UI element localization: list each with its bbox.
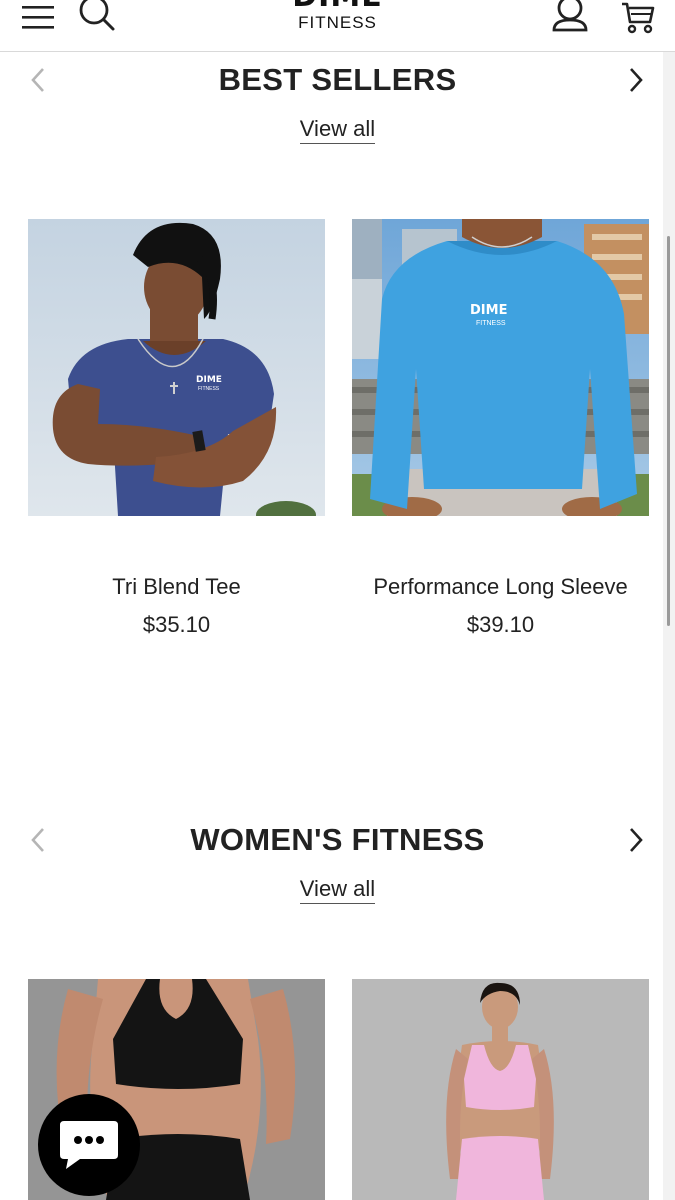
cart-icon xyxy=(622,2,655,34)
chat-bubble-icon xyxy=(60,1121,118,1169)
chevron-right-icon xyxy=(630,828,643,852)
womens-fitness-next-arrow[interactable] xyxy=(622,822,650,858)
womens-pink-set-photo xyxy=(352,979,649,1200)
product-price: $39.10 xyxy=(466,612,535,637)
product-card-tri-blend-tee[interactable]: DIME FITNESS Tri Blend Tee $35.10 xyxy=(28,219,325,649)
cart-button[interactable] xyxy=(618,0,658,36)
product-title[interactable]: Tri Blend Tee xyxy=(28,574,325,600)
product-card-womens-pink-set[interactable] xyxy=(352,979,649,1200)
site-header: DIME FITNESS xyxy=(0,0,675,52)
tee-print-sub: FITNESS xyxy=(198,386,220,392)
best-sellers-title: BEST SELLERS xyxy=(218,62,457,97)
sleeve-print-sub: FITNESS xyxy=(476,320,506,327)
best-sellers-view-all-link[interactable]: View all xyxy=(299,116,376,144)
womens-fitness-title: WOMEN'S FITNESS xyxy=(190,822,485,857)
account-icon xyxy=(552,0,588,32)
chat-button[interactable] xyxy=(38,1094,140,1196)
product-image[interactable] xyxy=(352,979,649,1200)
product-image[interactable]: DIME FITNESS xyxy=(352,219,649,516)
product-price: $35.10 xyxy=(142,612,211,637)
scrollbar-track[interactable] xyxy=(663,52,675,1200)
tee-print-logo: DIME xyxy=(196,375,222,385)
product-card-performance-long-sleeve[interactable]: DIME FITNESS Performance Long Sleeve $39… xyxy=(352,219,649,649)
best-sellers-next-arrow[interactable] xyxy=(622,62,650,98)
womens-fitness-view-all-link[interactable]: View all xyxy=(299,876,376,904)
sleeve-print-logo: DIME xyxy=(470,303,507,318)
product-title[interactable]: Performance Long Sleeve xyxy=(352,574,649,600)
product-image[interactable]: DIME FITNESS xyxy=(28,219,325,516)
performance-long-sleeve-photo: DIME FITNESS xyxy=(352,219,649,516)
tri-blend-tee-photo: DIME FITNESS xyxy=(28,219,325,516)
chevron-right-icon xyxy=(630,68,643,92)
account-button[interactable] xyxy=(550,0,590,36)
scrollbar-thumb[interactable] xyxy=(667,236,670,626)
